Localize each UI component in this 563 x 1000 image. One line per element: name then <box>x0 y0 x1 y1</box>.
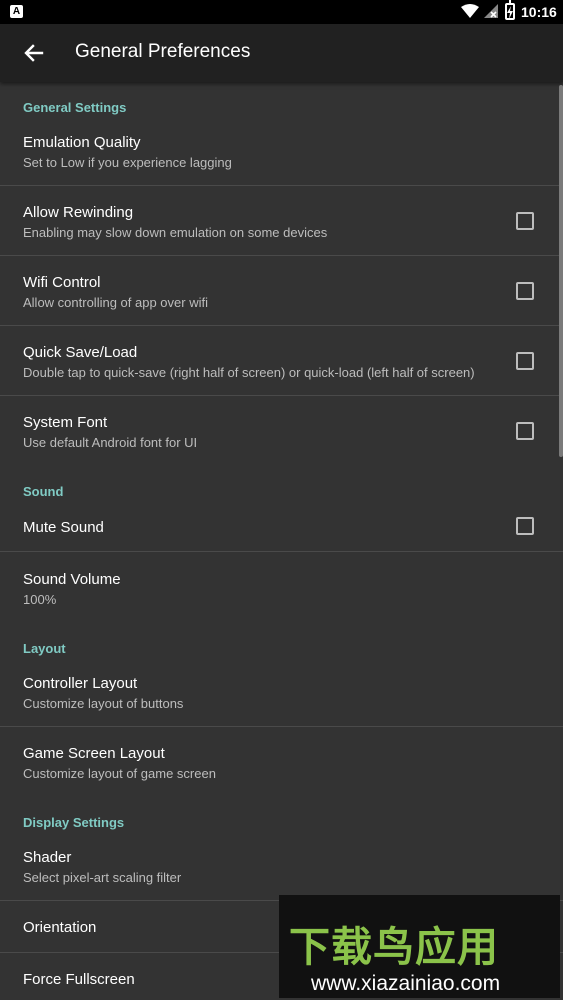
pref-summary: Use default Android font for UI <box>23 435 198 450</box>
pref-summary: Select pixel-art scaling filter <box>23 870 182 885</box>
pref-title: Quick Save/Load <box>23 344 138 361</box>
page-title: General Preferences <box>75 41 251 62</box>
pref-title: Wifi Control <box>23 274 101 291</box>
pref-system-font[interactable]: System Font Use default Android font for… <box>0 408 563 466</box>
pref-allow-rewinding[interactable]: Allow Rewinding Enabling may slow down e… <box>0 198 563 256</box>
pref-summary: Set to Low if you experience lagging <box>23 155 232 170</box>
wifi-icon <box>461 4 479 18</box>
pref-summary: Double tap to quick-save (right half of … <box>23 365 475 380</box>
pref-summary: Allow controlling of app over wifi <box>23 295 208 310</box>
status-time: 10:16 <box>521 4 557 20</box>
pref-game-screen-layout[interactable]: Game Screen Layout Customize layout of g… <box>0 738 563 796</box>
pref-title: Allow Rewinding <box>23 204 134 221</box>
divider <box>0 255 563 256</box>
checkbox-mute-sound[interactable] <box>516 517 534 535</box>
status-bar: A 10:16 <box>0 0 563 24</box>
pref-title: Emulation Quality <box>23 134 141 151</box>
pref-quick-save-load[interactable]: Quick Save/Load Double tap to quick-save… <box>0 338 563 396</box>
pref-controller-layout[interactable]: Controller Layout Customize layout of bu… <box>0 668 563 726</box>
pref-summary: Enabling may slow down emulation on some… <box>23 225 328 240</box>
pref-title: Game Screen Layout <box>23 745 165 762</box>
section-header-sound: Sound <box>23 484 64 499</box>
pref-summary: 100% <box>23 592 57 607</box>
preferences-list: General Settings Emulation Quality Set t… <box>0 82 563 1000</box>
pref-title: Orientation <box>23 919 97 936</box>
checkbox-system-font[interactable] <box>516 422 534 440</box>
pref-mute-sound[interactable]: Mute Sound <box>0 508 563 552</box>
watermark: 下载鸟应用 www.xiazainiao.com <box>279 895 560 998</box>
checkbox-allow-rewinding[interactable] <box>516 212 534 230</box>
pref-summary: Customize layout of buttons <box>23 696 184 711</box>
pref-title: Sound Volume <box>23 571 121 588</box>
pref-title: Force Fullscreen <box>23 971 135 988</box>
pref-sound-volume[interactable]: Sound Volume 100% <box>0 564 563 622</box>
divider <box>0 726 563 727</box>
divider <box>0 185 563 186</box>
divider <box>0 325 563 326</box>
pref-title: Controller Layout <box>23 675 138 692</box>
divider <box>0 395 563 396</box>
checkbox-wifi-control[interactable] <box>516 282 534 300</box>
pref-title: Mute Sound <box>23 519 104 536</box>
app-bar: General Preferences <box>0 24 563 82</box>
pref-emulation-quality[interactable]: Emulation Quality Set to Low if you expe… <box>0 128 563 186</box>
watermark-logo-text: 下载鸟应用 <box>289 923 499 971</box>
arrow-back-icon[interactable] <box>20 39 48 67</box>
pref-summary: Customize layout of game screen <box>23 766 216 781</box>
checkbox-quick-save-load[interactable] <box>516 352 534 370</box>
section-header-layout: Layout <box>23 641 66 656</box>
battery-charging-icon <box>505 0 515 20</box>
watermark-url: www.xiazainiao.com <box>311 972 501 995</box>
section-header-display: Display Settings <box>23 815 125 830</box>
pref-title: System Font <box>23 414 108 431</box>
no-signal-icon <box>484 4 498 18</box>
divider <box>0 551 563 552</box>
pref-title: Shader <box>23 849 72 866</box>
scrollbar[interactable] <box>559 85 563 457</box>
pref-shader[interactable]: Shader Select pixel-art scaling filter <box>0 842 563 900</box>
notification-icon: A <box>10 5 23 18</box>
pref-wifi-control[interactable]: Wifi Control Allow controlling of app ov… <box>0 268 563 326</box>
section-header-general: General Settings <box>23 100 127 115</box>
